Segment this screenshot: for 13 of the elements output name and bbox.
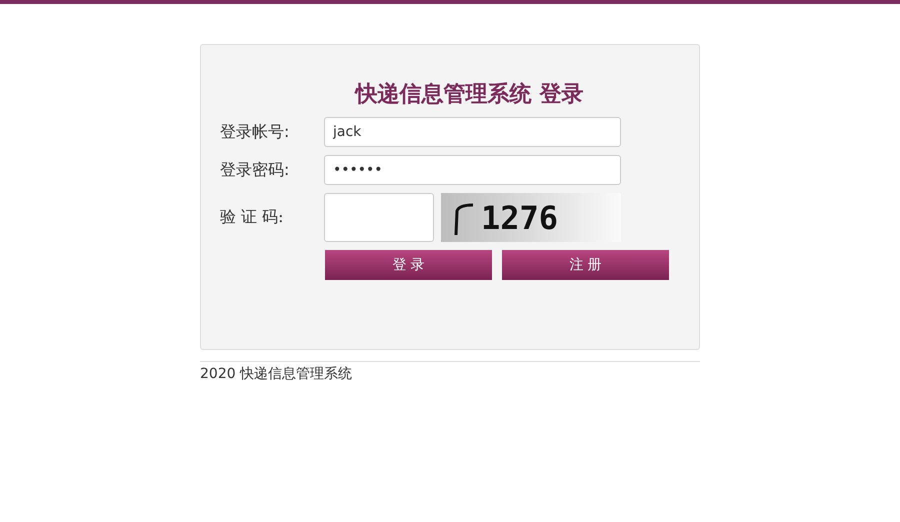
- input-field[interactable]: jack: [324, 117, 621, 147]
- field-label: 登录帐号:: [220, 122, 290, 142]
- field-label: 验 证 码:: [220, 207, 285, 228]
- login-button[interactable]: 登 录: [325, 250, 492, 280]
- captcha-text: 1276: [481, 198, 558, 236]
- input-field[interactable]: ••••••: [324, 155, 621, 185]
- login-title: 快递信息管理系统 登录: [354, 81, 584, 109]
- captcha-field[interactable]: [324, 193, 434, 242]
- field-label: 登录密码:: [220, 160, 290, 180]
- scribble-icon: [453, 200, 475, 234]
- register-button[interactable]: 注 册: [502, 250, 669, 280]
- captcha-image[interactable]: 1276: [441, 193, 621, 242]
- footer-text: 2020 快递信息管理系统: [200, 366, 352, 382]
